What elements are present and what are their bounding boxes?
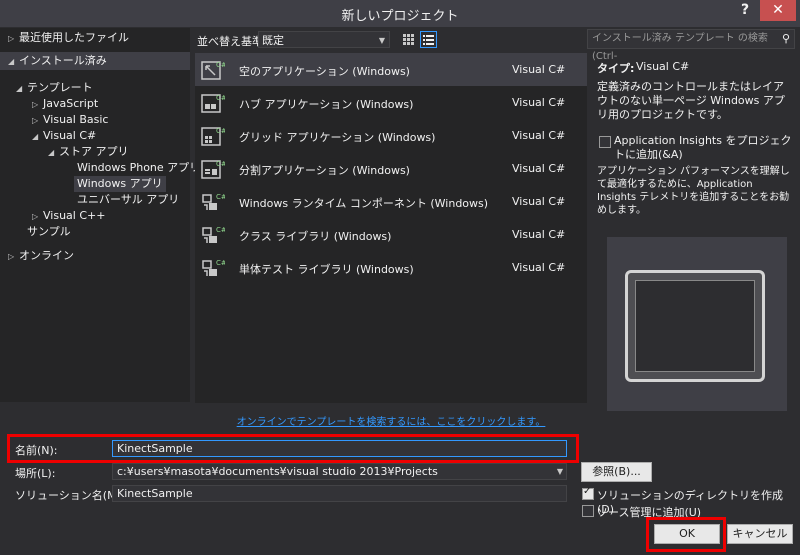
tree-item-visualcpp[interactable]: ▷ Visual C++	[32, 208, 105, 224]
search-icon[interactable]: ⚲	[782, 30, 790, 48]
svg-text:C#: C#	[216, 61, 225, 69]
ok-button[interactable]: OK	[654, 524, 720, 544]
tree-item-templates[interactable]: ◢ テンプレート	[16, 80, 93, 96]
template-list: C# 空のアプリケーション (Windows) Visual C# C# ハブ …	[195, 53, 587, 403]
list-view-icon[interactable]	[420, 31, 437, 48]
expanded-arrow-icon: ◢	[8, 57, 15, 66]
tree-item-installed[interactable]: ◢ インストール済み	[0, 52, 190, 70]
template-tree: ▷ 最近使用したファイル ◢ インストール済み ◢ テンプレート ▷ JavaScrip…	[0, 28, 200, 402]
solution-name-input[interactable]: KinectSample	[112, 485, 567, 502]
collapsed-arrow-icon: ▷	[32, 100, 39, 109]
title-bar: 新しいプロジェクト ? ✕	[0, 0, 800, 28]
class-library-icon: C#	[202, 226, 225, 243]
source-control-checkbox[interactable]	[582, 505, 594, 517]
template-search-input[interactable]: インストール済み テンプレート の検索 (Ctrl- ⚲	[587, 29, 795, 62]
template-item[interactable]: C# グリッド アプリケーション (Windows) Visual C#	[195, 119, 587, 152]
template-item[interactable]: C# 分割アプリケーション (Windows) Visual C#	[195, 152, 587, 185]
unit-test-library-icon: C#	[202, 259, 225, 276]
svg-text:C#: C#	[216, 160, 225, 168]
tree-item-visualbasic[interactable]: ▷ Visual Basic	[32, 112, 108, 128]
type-value: Visual C#	[636, 60, 690, 73]
tree-item-universal[interactable]: ユニバーサル アプリ	[77, 192, 179, 208]
tree-item-online[interactable]: ▷ オンライン	[8, 248, 74, 264]
sort-label: 並べ替え基準:	[197, 35, 267, 48]
application-insights-label: Application Insights をプロジェクトに追加(&A)	[614, 134, 792, 161]
template-item[interactable]: C# 空のアプリケーション (Windows) Visual C#	[195, 53, 587, 86]
svg-text:C#: C#	[216, 226, 225, 234]
tree-item-storeapps[interactable]: ◢ ストア アプリ	[48, 144, 129, 160]
collapsed-arrow-icon: ▷	[8, 252, 15, 261]
tree-item-windowsphone[interactable]: Windows Phone アプリ	[77, 160, 200, 176]
runtime-component-icon: C#	[202, 193, 225, 210]
svg-text:C#: C#	[216, 94, 225, 102]
close-button[interactable]: ✕	[760, 0, 796, 21]
dropdown-arrow-icon[interactable]: ▼	[557, 464, 563, 479]
collapsed-arrow-icon: ▷	[32, 116, 39, 125]
template-item[interactable]: C# ハブ アプリケーション (Windows) Visual C#	[195, 86, 587, 119]
solution-name-label: ソリューション名(M):	[15, 489, 125, 502]
tablet-preview-icon	[625, 270, 765, 382]
svg-text:C#: C#	[216, 259, 225, 267]
grid-view-icon[interactable]	[400, 31, 417, 48]
collapsed-arrow-icon: ▷	[8, 34, 15, 43]
application-insights-checkbox[interactable]	[599, 136, 611, 148]
tree-item-recent[interactable]: ▷ 最近使用したファイル	[8, 30, 129, 46]
svg-text:C#: C#	[216, 127, 225, 135]
location-label: 場所(L):	[15, 467, 56, 480]
create-directory-checkbox[interactable]	[582, 486, 594, 500]
location-input[interactable]: c:¥users¥masota¥documents¥visual studio …	[112, 463, 567, 480]
expanded-arrow-icon: ◢	[48, 148, 55, 157]
sort-toolbar: 並べ替え基準: 既定 ▼	[195, 29, 585, 51]
hub-app-icon: C#	[201, 94, 225, 113]
project-name-input[interactable]: KinectSample	[112, 440, 567, 457]
template-item[interactable]: C# Windows ランタイム コンポーネント (Windows) Visua…	[195, 185, 587, 218]
tree-item-windowsapps[interactable]: Windows アプリ	[74, 176, 166, 192]
application-insights-description: アプリケーション パフォーマンスを理解して最適化するために、Applicatio…	[597, 166, 790, 216]
tree-item-visualcsharp[interactable]: ◢ Visual C#	[32, 128, 96, 144]
type-label: タイプ:	[597, 62, 635, 75]
name-label: 名前(N):	[15, 444, 58, 457]
blank-app-icon: C#	[201, 61, 225, 80]
template-item[interactable]: C# クラス ライブラリ (Windows) Visual C#	[195, 218, 587, 251]
svg-text:C#: C#	[216, 193, 225, 201]
template-preview	[607, 237, 787, 411]
collapsed-arrow-icon: ▷	[32, 212, 39, 221]
grid-app-icon: C#	[201, 127, 225, 146]
template-description: 定義済みのコントロールまたはレイアウトのない単一ページ Windows アプリ用…	[597, 80, 785, 121]
split-app-icon: C#	[201, 160, 225, 179]
expanded-arrow-icon: ◢	[32, 132, 39, 141]
expanded-arrow-icon: ◢	[16, 84, 23, 93]
help-button[interactable]: ?	[734, 2, 756, 22]
browse-button[interactable]: 参照(B)...	[581, 462, 652, 482]
dropdown-arrow-icon: ▼	[378, 36, 385, 45]
template-item[interactable]: C# 単体テスト ライブラリ (Windows) Visual C#	[195, 251, 587, 284]
tree-item-samples[interactable]: サンプル	[27, 224, 71, 240]
online-templates-link[interactable]: オンラインでテンプレートを検索するには、ここをクリックします。	[195, 413, 587, 428]
sort-select[interactable]: 既定 ▼	[258, 31, 390, 48]
cancel-button[interactable]: キャンセル	[727, 524, 793, 544]
tree-item-javascript[interactable]: ▷ JavaScript	[32, 96, 98, 112]
window-title: 新しいプロジェクト	[341, 9, 459, 24]
